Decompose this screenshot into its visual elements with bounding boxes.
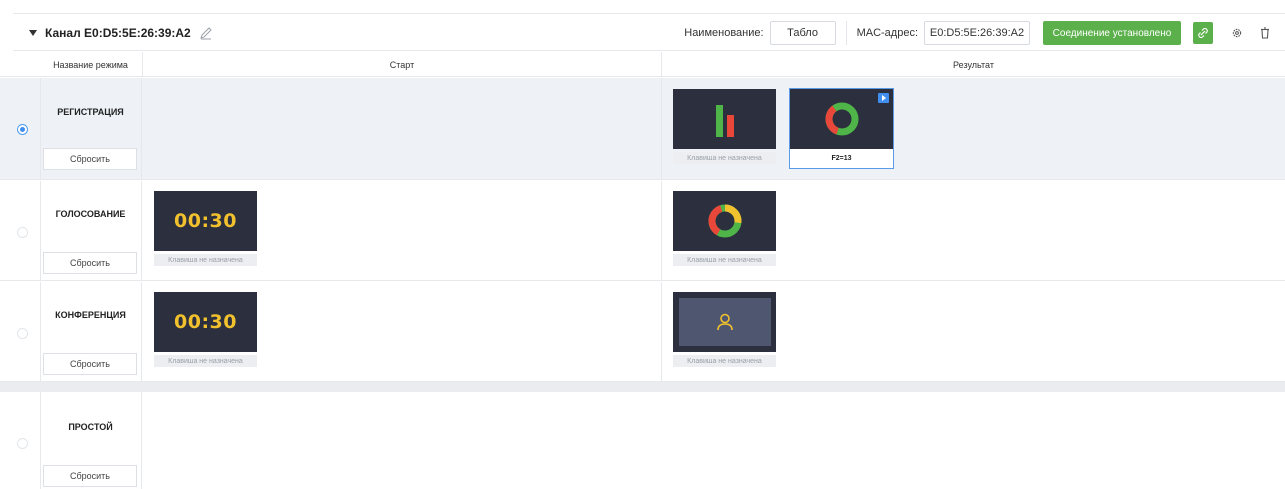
column-divider	[141, 282, 142, 381]
connection-status-button[interactable]: Соединение установлено	[1043, 21, 1181, 45]
bar-chart-icon	[715, 105, 734, 137]
donut-chart-icon	[708, 204, 741, 238]
column-header-result: Результат	[661, 52, 1285, 77]
mode-radio-registration[interactable]	[17, 124, 28, 135]
start-tile-timer[interactable]: 00:30 Клавиша не назначена	[154, 191, 257, 266]
column-divider	[40, 181, 41, 280]
column-divider	[661, 282, 662, 381]
timer-display: 00:30	[174, 210, 237, 232]
column-header-mode: Название режима	[53, 59, 128, 70]
tile-caption: F2=13	[790, 152, 893, 164]
column-divider	[40, 282, 41, 381]
play-icon[interactable]	[878, 93, 889, 103]
channel-controls: Наименование: Табло MAC-адрес: E0:D5:5E:…	[684, 14, 1285, 52]
tile-preview	[673, 89, 776, 149]
result-tile-donut-chart[interactable]: F2=13	[789, 88, 894, 169]
name-field[interactable]: Табло	[769, 21, 836, 45]
trash-icon	[1261, 27, 1269, 39]
tile-caption: Клавиша не назначена	[673, 254, 776, 266]
mode-name: РЕГИСТРАЦИЯ	[57, 107, 124, 117]
tile-preview: 00:30	[154, 191, 257, 251]
tile-caption: Клавиша не назначена	[154, 355, 257, 367]
reset-button[interactable]: Сбросить	[43, 465, 137, 487]
link-button[interactable]	[1193, 22, 1213, 44]
mode-radio-voting[interactable]	[17, 227, 28, 238]
column-divider	[141, 78, 142, 179]
mac-label: MAC-адрес:	[856, 27, 918, 39]
column-divider	[40, 392, 41, 489]
link-icon	[1198, 28, 1208, 38]
tile-preview	[673, 292, 776, 352]
mode-row-conference: КОНФЕРЕНЦИЯ Сбросить 00:30 Клавиша не на…	[0, 282, 1285, 382]
reset-button[interactable]: Сбросить	[43, 353, 137, 375]
channel-header: Канал E0:D5:5E:26:39:A2 Наименование: Та…	[13, 13, 1285, 51]
mode-row-registration: РЕГИСТРАЦИЯ Сбросить Клавиша не назначен…	[0, 78, 1285, 180]
column-divider	[141, 181, 142, 280]
tile-caption: Клавиша не назначена	[673, 152, 776, 164]
mode-name: КОНФЕРЕНЦИЯ	[55, 310, 126, 320]
name-label: Наименование:	[684, 27, 764, 39]
mode-row-voting: ГОЛОСОВАНИЕ Сбросить 00:30 Клавиша не на…	[0, 181, 1285, 281]
column-divider	[141, 392, 142, 489]
mode-name: ПРОСТОЙ	[68, 422, 113, 432]
timer-display: 00:30	[174, 311, 237, 333]
table-header: Название режима Старт Результат	[0, 52, 1285, 77]
tile-preview: 00:30	[154, 292, 257, 352]
divider	[845, 21, 847, 45]
person-frame	[678, 298, 771, 346]
column-divider	[40, 78, 41, 179]
gear-icon	[1232, 28, 1242, 38]
mode-name: ГОЛОСОВАНИЕ	[55, 209, 126, 219]
tile-caption: Клавиша не назначена	[154, 254, 257, 266]
settings-button[interactable]	[1229, 25, 1245, 41]
mode-radio-conference[interactable]	[17, 328, 28, 339]
mac-field[interactable]: E0:D5:5E:26:39:A2	[924, 21, 1030, 45]
reset-button[interactable]: Сбросить	[43, 148, 137, 170]
tile-preview	[790, 89, 893, 149]
caret-down-icon[interactable]	[29, 30, 37, 36]
donut-chart-icon	[825, 102, 858, 136]
mode-radio-idle[interactable]	[17, 438, 28, 449]
delete-button[interactable]	[1257, 25, 1273, 41]
mode-row-idle: ПРОСТОЙ Сбросить	[0, 392, 1285, 489]
result-tile-donut-chart[interactable]: Клавиша не назначена	[673, 191, 776, 266]
column-header-start: Старт	[142, 52, 661, 77]
channel-title-group: Канал E0:D5:5E:26:39:A2	[13, 14, 213, 52]
result-tile-person[interactable]: Клавиша не назначена	[673, 292, 776, 367]
column-divider	[661, 181, 662, 280]
pencil-icon[interactable]	[199, 26, 213, 40]
result-tile-bar-chart[interactable]: Клавиша не назначена	[673, 89, 776, 164]
column-divider	[661, 78, 662, 179]
channel-title: Канал E0:D5:5E:26:39:A2	[45, 26, 191, 40]
reset-button[interactable]: Сбросить	[43, 252, 137, 274]
start-tile-timer[interactable]: 00:30 Клавиша не назначена	[154, 292, 257, 367]
person-icon	[716, 313, 733, 331]
tile-caption: Клавиша не назначена	[673, 355, 776, 367]
tile-preview	[673, 191, 776, 251]
section-gap	[0, 382, 1285, 392]
